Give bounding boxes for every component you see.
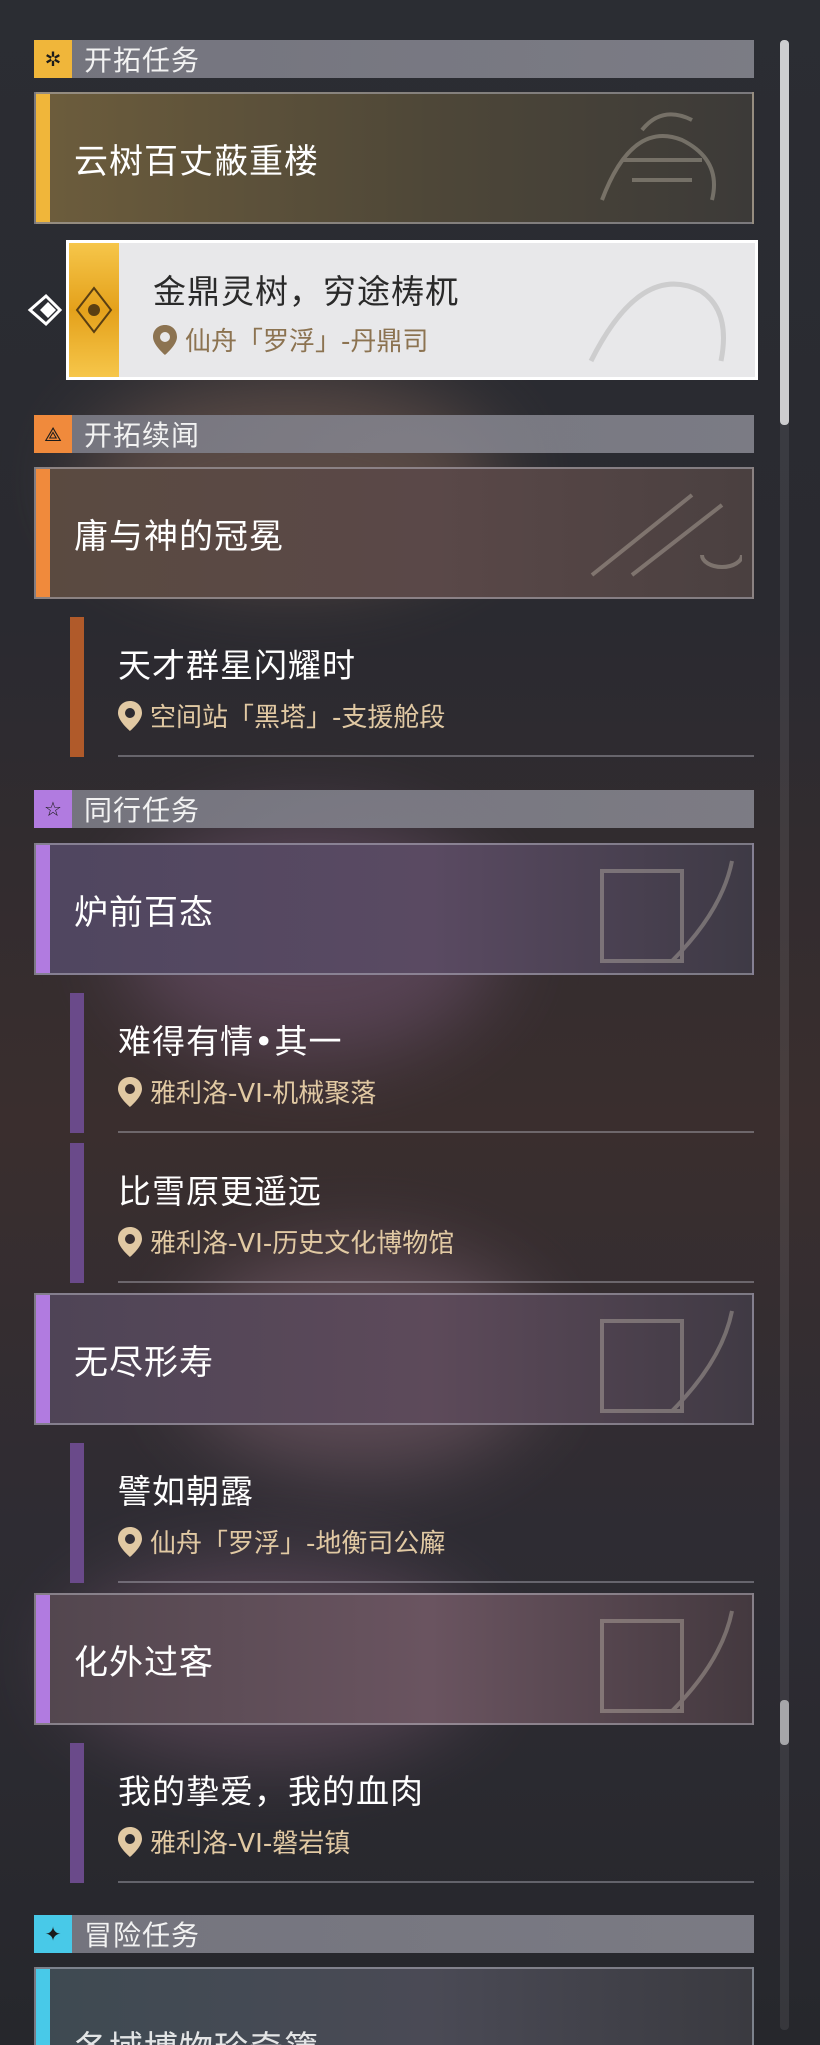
item-bar [70, 1443, 84, 1583]
location-pin-icon [118, 700, 142, 731]
scrollbar[interactable] [780, 40, 789, 2030]
location-text: 仙舟「罗浮」-地衡司公廨 [150, 1529, 446, 1559]
mission-title: 天才群星闪耀时 [118, 646, 356, 685]
group-stripe [36, 94, 50, 222]
section-label: 冒险任务 [84, 1919, 201, 1952]
section-header-continuance: ⟁ 开拓续闻 [34, 415, 754, 453]
mission-group-outsider[interactable]: 化外过客 [34, 1593, 754, 1725]
mission-group-endless[interactable]: 无尽形寿 [34, 1293, 754, 1425]
group-title: 无尽形寿 [74, 1342, 214, 1383]
mission-location: 雅利洛-VI-历史文化博物馆 [118, 1223, 454, 1260]
book-feather-emblem-icon [600, 860, 734, 963]
group-title: 化外过客 [74, 1642, 214, 1683]
group-stripe [36, 1969, 50, 2045]
group-stripe [36, 1295, 50, 1423]
scroll-thumb-secondary[interactable] [780, 1700, 789, 1745]
mission-group-yunshu[interactable]: 云树百丈蔽重楼 [34, 92, 754, 224]
mission-title: 我的挚爱，我的血肉 [118, 1772, 424, 1811]
group-title: 各域博物珍奇簿 [74, 2015, 319, 2045]
mission-title: 譬如朝露 [118, 1472, 254, 1511]
trailblaze-mission-icon: ✲ [34, 40, 72, 78]
location-text: 雅利洛-VI-磐岩镇 [150, 1829, 351, 1859]
mission-item[interactable]: 我的挚爱，我的血肉 雅利洛-VI-磐岩镇 [34, 1743, 754, 1883]
mission-item[interactable]: 譬如朝露 仙舟「罗浮」-地衡司公廨 [34, 1443, 754, 1583]
mission-item[interactable]: 天才群星闪耀时 空间站「黑塔」-支援舱段 [34, 617, 754, 757]
divider [118, 1131, 754, 1133]
location-pin-icon [118, 1526, 142, 1557]
section-header-companion: ☆ 同行任务 [34, 790, 754, 828]
mission-title: 比雪原更遥远 [118, 1172, 322, 1211]
trailblaze-continuance-icon: ⟁ [34, 415, 72, 453]
group-title: 炉前百态 [74, 892, 214, 933]
item-bar [70, 1143, 84, 1283]
section-label: 开拓续闻 [84, 419, 201, 452]
mission-item[interactable]: 难得有情•其一 雅利洛-VI-机械聚落 [34, 993, 754, 1133]
section-header-adventure: ✦ 冒险任务 [34, 1915, 754, 1953]
mission-location: 空间站「黑塔」-支援舱段 [118, 697, 445, 734]
mission-location: 仙舟「罗浮」-丹鼎司 [153, 321, 428, 358]
divider [118, 1581, 754, 1583]
item-bar [70, 617, 84, 757]
location-text: 仙舟「罗浮」-丹鼎司 [185, 327, 429, 357]
divider [118, 755, 754, 757]
item-bar [70, 1743, 84, 1883]
book-feather-emblem-icon [600, 1310, 734, 1413]
location-text: 雅利洛-VI-历史文化博物馆 [150, 1229, 455, 1259]
mission-location: 仙舟「罗浮」-地衡司公廨 [118, 1523, 445, 1560]
adventure-mission-icon: ✦ [34, 1915, 72, 1953]
selected-mission-item[interactable]: 金鼎灵树，穷途梼杌 仙舟「罗浮」-丹鼎司 [66, 240, 758, 380]
item-bar [70, 993, 84, 1133]
location-pin-icon [118, 1826, 142, 1857]
space-station-emblem-icon [590, 493, 742, 577]
dragon-emblem-icon [588, 281, 726, 363]
group-title: 庸与神的冠冕 [74, 516, 284, 557]
scroll-thumb[interactable] [780, 40, 789, 425]
divider [118, 1881, 754, 1883]
group-title: 云树百丈蔽重楼 [74, 141, 319, 182]
group-stripe [36, 845, 50, 973]
companion-mission-icon: ☆ [34, 790, 72, 828]
section-label: 开拓任务 [84, 44, 201, 77]
mission-group-museum[interactable]: 各域博物珍奇簿 [34, 1967, 754, 2045]
section-label: 同行任务 [84, 794, 201, 827]
mission-group-furnace[interactable]: 炉前百态 [34, 843, 754, 975]
mission-item[interactable]: 比雪原更遥远 雅利洛-VI-历史文化博物馆 [34, 1143, 754, 1283]
location-text: 空间站「黑塔」-支援舱段 [150, 703, 446, 733]
group-stripe [36, 1595, 50, 1723]
location-pin-icon [118, 1076, 142, 1107]
mission-location: 雅利洛-VI-磐岩镇 [118, 1823, 350, 1860]
selected-indicator-icon [26, 290, 64, 330]
dragon-emblem-icon [600, 112, 716, 201]
group-stripe [36, 469, 50, 597]
location-text: 雅利洛-VI-机械聚落 [150, 1079, 377, 1109]
location-pin-icon [153, 324, 177, 355]
divider [118, 1281, 754, 1283]
mission-group-crown[interactable]: 庸与神的冠冕 [34, 467, 754, 599]
mission-location: 雅利洛-VI-机械聚落 [118, 1073, 376, 1110]
mission-title: 金鼎灵树，穷途梼杌 [153, 272, 459, 311]
mission-title: 难得有情•其一 [118, 1022, 343, 1061]
mission-type-gold-icon [69, 243, 119, 377]
section-header-trailblaze: ✲ 开拓任务 [34, 40, 754, 78]
book-feather-emblem-icon [600, 1610, 734, 1713]
location-pin-icon [118, 1226, 142, 1257]
